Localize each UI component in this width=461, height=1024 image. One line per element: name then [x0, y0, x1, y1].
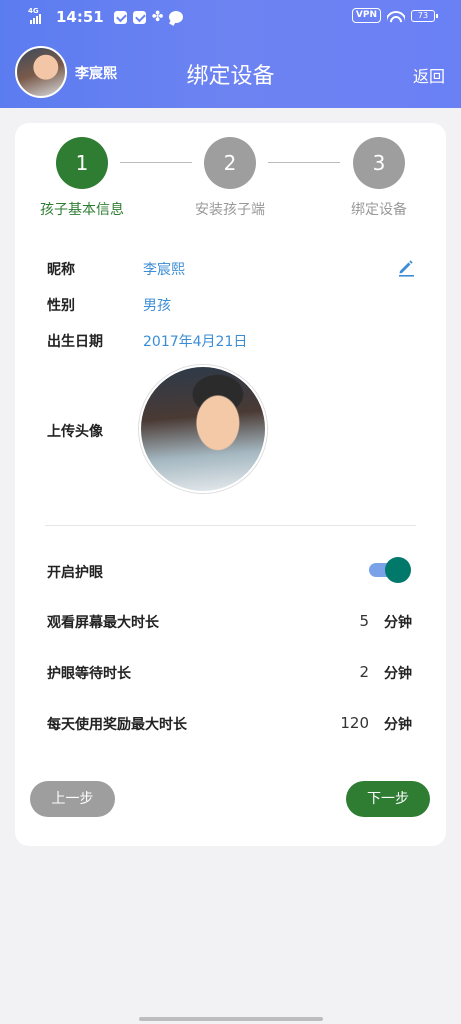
step-1: 1 孩子基本信息 — [22, 137, 142, 219]
max-screen-unit: 分钟 — [384, 615, 412, 631]
nickname-value[interactable]: 李宸熙 — [143, 259, 185, 279]
avatar-upload[interactable] — [139, 365, 267, 493]
prev-step-button[interactable]: 上一步 — [30, 781, 115, 817]
wifi-icon — [387, 8, 405, 23]
eye-protect-label: 开启护眼 — [47, 565, 103, 581]
home-indicator[interactable] — [139, 1017, 323, 1021]
eye-protect-toggle[interactable] — [369, 557, 411, 583]
step-label: 绑定设备 — [351, 202, 407, 218]
wait-value[interactable]: 2 — [359, 663, 369, 681]
mail-notification-icon — [113, 10, 127, 24]
nickname-label: 昵称 — [47, 262, 75, 278]
status-bar: 4G 14:51 ✤ VPN 73 — [0, 0, 461, 34]
reward-unit: 分钟 — [384, 717, 412, 733]
wait-unit: 分钟 — [384, 666, 412, 682]
cellular-signal-icon: 4G — [28, 7, 48, 24]
birthday-value[interactable]: 2017年4月21日 — [143, 331, 247, 351]
app-notification-icon: ✤ — [151, 9, 164, 25]
status-time: 14:51 — [56, 8, 104, 26]
message-notification-icon — [169, 11, 184, 23]
step-label: 孩子基本信息 — [40, 202, 124, 218]
gender-label: 性别 — [47, 298, 75, 314]
edit-icon[interactable] — [396, 257, 416, 277]
gender-value[interactable]: 男孩 — [143, 295, 171, 315]
reward-value[interactable]: 120 — [340, 714, 369, 732]
back-button[interactable]: 返回 — [413, 63, 445, 87]
step-2: 2 安装孩子端 — [170, 137, 290, 219]
step-number: 3 — [353, 137, 405, 189]
step-number: 1 — [56, 137, 108, 189]
vpn-indicator: VPN — [351, 8, 381, 23]
max-screen-value[interactable]: 5 — [359, 612, 369, 630]
step-3: 3 绑定设备 — [319, 137, 439, 219]
divider — [45, 525, 416, 526]
wait-label: 护眼等待时长 — [47, 666, 131, 682]
max-screen-label: 观看屏幕最大时长 — [47, 615, 159, 631]
reward-label: 每天使用奖励最大时长 — [47, 717, 187, 733]
bind-device-card: 1 孩子基本信息 2 安装孩子端 3 绑定设备 昵称 李宸熙 性别 男孩 出生日… — [15, 123, 446, 846]
mail-notification-icon — [132, 10, 146, 24]
page-title: 绑定设备 — [186, 64, 275, 89]
next-step-button[interactable]: 下一步 — [346, 781, 430, 817]
battery-icon: 73 — [411, 9, 438, 22]
step-label: 安装孩子端 — [195, 202, 265, 218]
header-bar: 4G 14:51 ✤ VPN 73 李宸熙 绑定设备 返回 — [0, 0, 461, 108]
birthday-label: 出生日期 — [47, 334, 103, 350]
step-number: 2 — [204, 137, 256, 189]
avatar-label: 上传头像 — [47, 424, 103, 440]
